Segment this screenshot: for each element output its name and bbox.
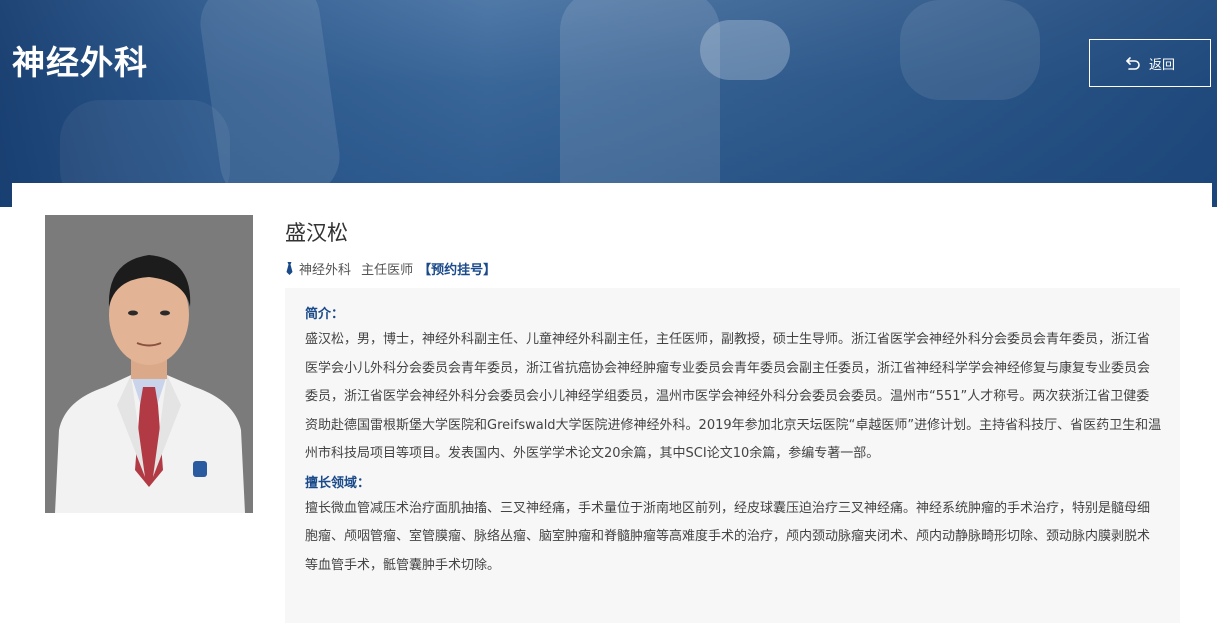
- specialty-text: 擅长微血管减压术治疗面肌抽搐、三叉神经痛，手术量位于浙南地区前列，经皮球囊压迫治…: [305, 500, 1151, 573]
- book-appointment-link[interactable]: 【预约挂号】: [418, 259, 496, 278]
- intro-text: 盛汉松，男，博士，神经外科副主任、儿童神经外科副主任，主任医师，副教授，硕士生导…: [305, 332, 1162, 461]
- doctor-photo: [45, 215, 253, 513]
- profile-info-box: 简介： 盛汉松，男，博士，神经外科副主任、儿童神经外科副主任，主任医师，副教授，…: [285, 288, 1180, 623]
- tie-icon: [286, 262, 293, 275]
- return-arrow-icon: [1126, 57, 1140, 70]
- doctor-meta: 神经外科 主任医师 【预约挂号】: [285, 259, 496, 278]
- specialty-heading: 擅长领域：: [305, 475, 371, 491]
- header-banner: 神经外科 返回: [0, 0, 1217, 207]
- banner-background-shape: [900, 0, 1040, 100]
- intro-heading: 简介：: [305, 307, 345, 322]
- doctor-profile-card: 盛汉松 神经外科 主任医师 【预约挂号】 简介： 盛汉松，男，博士，神经外科副主…: [12, 183, 1212, 633]
- banner-background-shape: [560, 0, 720, 207]
- doctor-title: 主任医师: [361, 263, 414, 278]
- back-button-label: 返回: [1148, 57, 1175, 73]
- doctor-name: 盛汉松: [285, 221, 348, 245]
- back-button[interactable]: 返回: [1089, 39, 1211, 87]
- department-title: 神经外科: [12, 43, 148, 82]
- doctor-department: 神经外科: [299, 263, 352, 278]
- doctor-portrait-illustration: [45, 215, 253, 513]
- meta-separator: [354, 261, 358, 276]
- banner-background-shape: [700, 20, 790, 80]
